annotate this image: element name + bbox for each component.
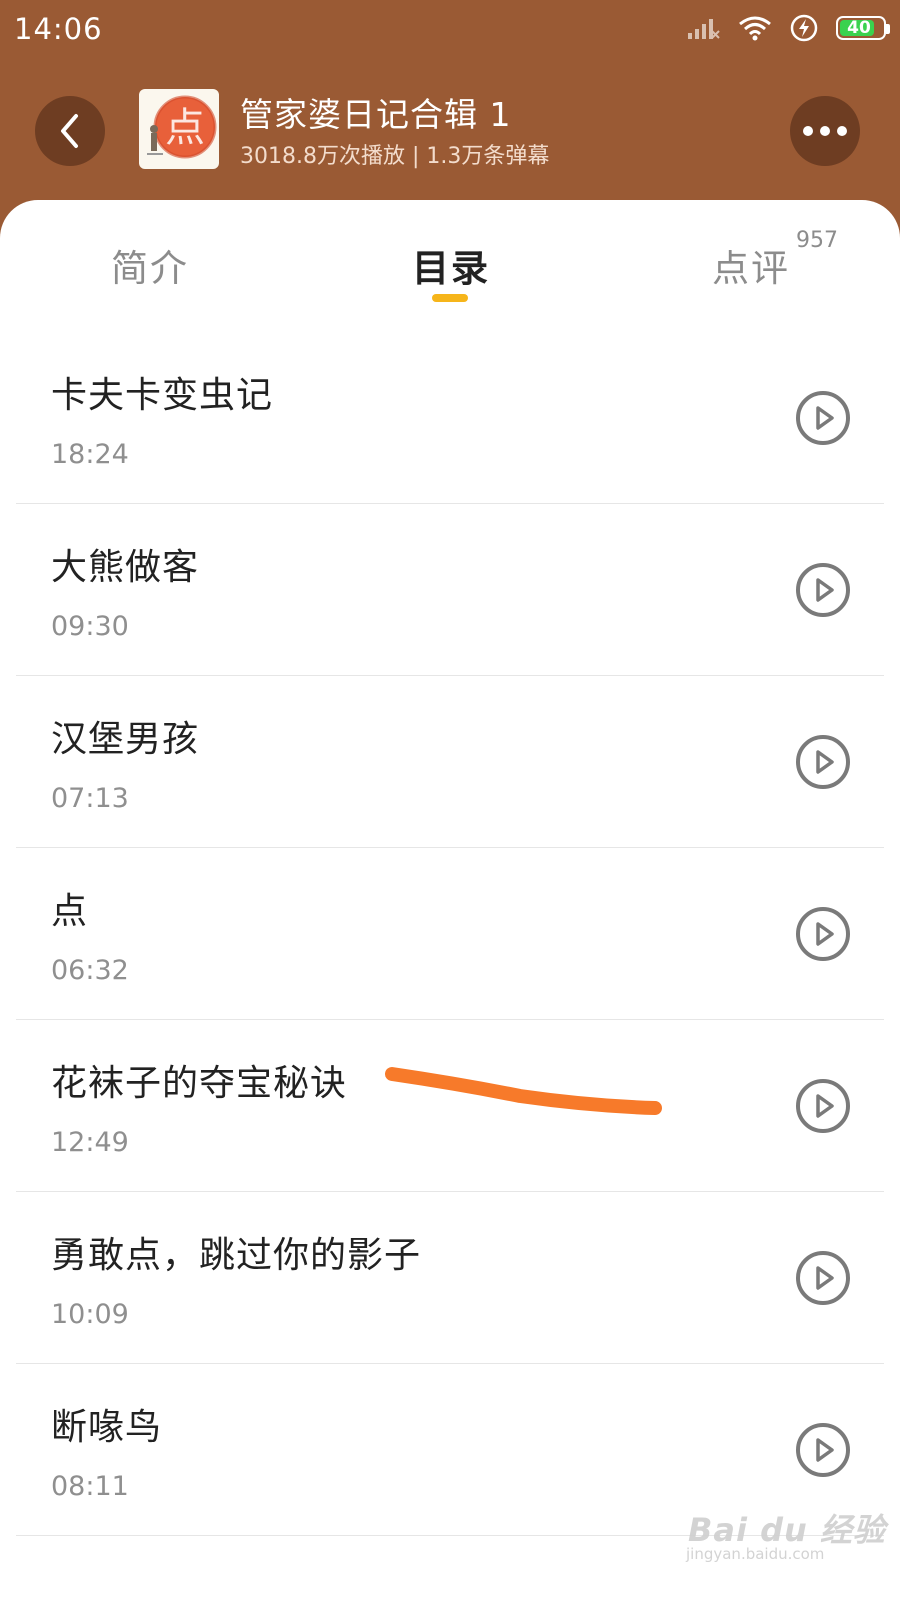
cover-glyph: 点 [165, 105, 205, 151]
more-dots-icon [803, 126, 847, 136]
episode-duration: 10:09 [51, 1299, 129, 1330]
album-header: 点 管家婆日记合辑 1 3018.8万次播放 | 1.3万条弹幕 [0, 62, 900, 202]
status-bar: 14:06 40 [0, 0, 900, 62]
tab-review[interactable]: 点评 [712, 238, 790, 292]
episode-duration: 09:30 [51, 611, 129, 642]
more-button[interactable] [790, 96, 860, 166]
episode-duration: 12:49 [51, 1127, 129, 1158]
episode-list: 卡夫卡变虫记 18:24 大熊做客 09:30 汉堡男孩 07:13 点 06:… [16, 332, 884, 1536]
episode-title: 勇敢点，跳过你的影子 [51, 1235, 422, 1276]
episode-item[interactable]: 花袜子的夺宝秘诀 12:49 [16, 1020, 884, 1192]
status-icons: 40 [686, 14, 890, 42]
episode-title: 卡夫卡变虫记 [51, 375, 274, 416]
play-icon[interactable] [795, 1250, 851, 1306]
episode-title: 断喙鸟 [51, 1407, 163, 1448]
watermark: Bai du 经验 jingyan.baidu.com [686, 1505, 886, 1563]
episode-duration: 07:13 [51, 783, 129, 814]
tab-catalog[interactable]: 目录 [412, 238, 490, 292]
battery-icon: 40 [836, 16, 890, 40]
status-time: 14:06 [14, 12, 103, 46]
review-count-badge: 957 [796, 228, 838, 253]
signal-icon [688, 19, 720, 39]
chevron-left-icon [61, 114, 78, 148]
tab-intro[interactable]: 简介 [111, 238, 189, 292]
battery-level: 40 [847, 18, 871, 38]
episode-duration: 06:32 [51, 955, 129, 986]
episode-title: 花袜子的夺宝秘诀 [51, 1063, 348, 1104]
play-icon[interactable] [795, 1078, 851, 1134]
album-stats: 3018.8万次播放 | 1.3万条弹幕 [240, 144, 550, 169]
episode-duration: 08:11 [51, 1471, 129, 1502]
episode-item[interactable]: 勇敢点，跳过你的影子 10:09 [16, 1192, 884, 1364]
play-icon[interactable] [795, 562, 851, 618]
play-icon[interactable] [795, 1422, 851, 1478]
episode-duration: 18:24 [51, 439, 129, 470]
watermark-url: jingyan.baidu.com [686, 1545, 825, 1563]
episode-item[interactable]: 汉堡男孩 07:13 [16, 676, 884, 848]
charging-icon [790, 14, 818, 42]
episode-item[interactable]: 卡夫卡变虫记 18:24 [16, 332, 884, 504]
episode-title: 大熊做客 [51, 547, 200, 588]
episode-title: 点 [51, 891, 89, 932]
active-tab-indicator [432, 294, 468, 302]
album-title: 管家婆日记合辑 1 [240, 95, 512, 134]
back-button[interactable] [35, 96, 105, 166]
album-cover[interactable]: 点 [139, 89, 219, 169]
episode-title: 汉堡男孩 [51, 719, 200, 760]
play-icon[interactable] [795, 390, 851, 446]
episode-item[interactable]: 大熊做客 09:30 [16, 504, 884, 676]
play-icon[interactable] [795, 734, 851, 790]
episode-item[interactable]: 点 06:32 [16, 848, 884, 1020]
content-card: 简介 目录 点评 957 卡夫卡变虫记 18:24 大熊做客 09:30 汉堡男… [0, 200, 900, 1600]
wifi-icon [739, 16, 771, 41]
play-icon[interactable] [795, 906, 851, 962]
